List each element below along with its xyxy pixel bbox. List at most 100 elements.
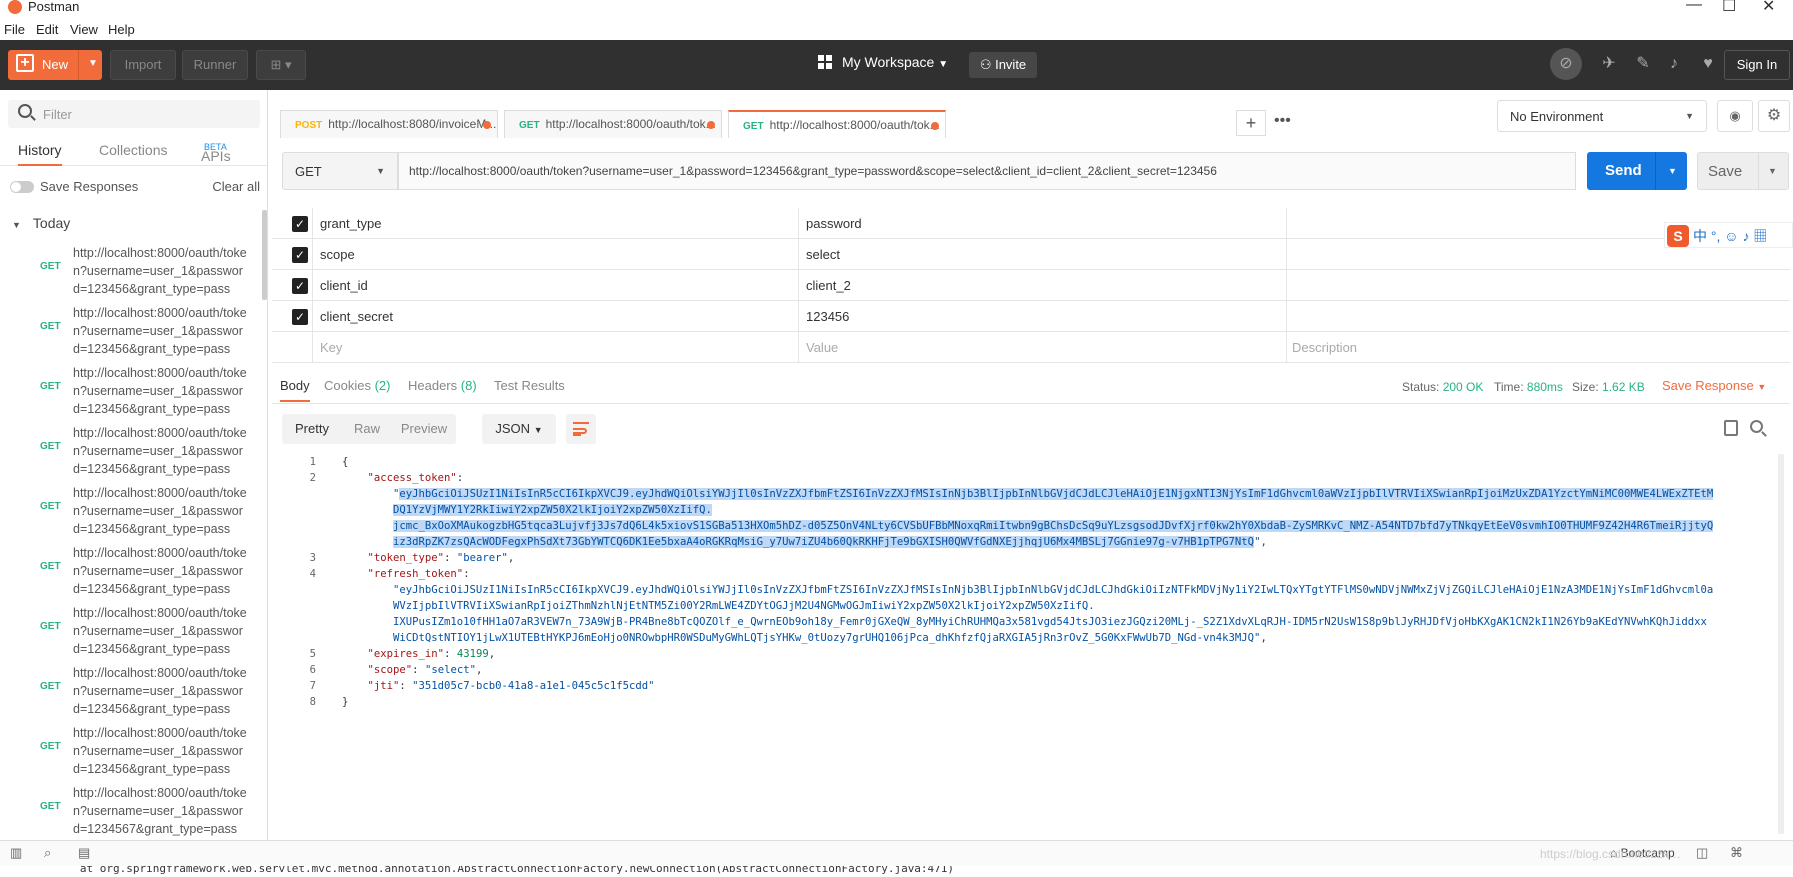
history-item[interactable]: GET http://localhost:8000/oauth/token?use…: [0, 364, 258, 424]
new-tab-button[interactable]: +: [1236, 110, 1266, 136]
chevron-down-icon: ▼: [376, 166, 385, 176]
param-key[interactable]: client_id: [320, 278, 368, 293]
history-item[interactable]: GET http://localhost:8000/oauth/token?use…: [0, 424, 258, 484]
sign-in-button[interactable]: Sign In: [1724, 50, 1790, 80]
chevron-down-icon: ▼: [1685, 111, 1694, 121]
history-item[interactable]: GET http://localhost:8000/oauth/token?use…: [0, 304, 258, 364]
tab-cookies[interactable]: Cookies (2): [324, 378, 390, 393]
response-body-code[interactable]: 1 {2 "access_token": "eyJhbGciOiJSUzI1NiI…: [282, 454, 1782, 834]
save-button[interactable]: Save ▼: [1697, 152, 1789, 190]
param-checkbox[interactable]: ✓: [292, 278, 308, 294]
minimize-button[interactable]: —: [1686, 0, 1702, 14]
environment-select[interactable]: No Environment ▼: [1497, 100, 1707, 132]
save-response-button[interactable]: Save Response ▼: [1662, 378, 1766, 393]
console-icon[interactable]: ▤: [78, 846, 92, 860]
keyboard-shortcuts-icon[interactable]: ⌘: [1730, 846, 1744, 860]
bell-icon[interactable]: ♪: [1663, 53, 1685, 75]
param-key[interactable]: client_secret: [320, 309, 393, 324]
tab-options-icon[interactable]: •••: [1274, 112, 1291, 130]
line-number: 8: [309, 696, 316, 708]
copy-icon[interactable]: [1724, 420, 1738, 436]
heart-icon[interactable]: ♥: [1697, 53, 1719, 75]
new-button[interactable]: + New ▼: [8, 50, 102, 80]
toggle-sidebar-icon[interactable]: ▥: [10, 846, 24, 860]
tab-body[interactable]: Body: [280, 378, 310, 402]
new-dropdown-arrow-icon[interactable]: ▼: [88, 58, 98, 69]
url-input[interactable]: http://localhost:8000/oauth/token?userna…: [398, 152, 1576, 190]
param-value[interactable]: password: [806, 216, 862, 231]
invite-button[interactable]: ⚇ Invite: [969, 52, 1037, 78]
menu-edit[interactable]: Edit: [36, 22, 58, 37]
menu-help[interactable]: Help: [108, 22, 135, 37]
workspace-selector[interactable]: My Workspace ▼: [818, 54, 948, 70]
new-window-button[interactable]: ⊞ ▾: [256, 50, 306, 80]
code-token: "token_type": [342, 552, 445, 564]
view-raw[interactable]: Raw: [342, 414, 392, 444]
satellite-icon[interactable]: ✈: [1598, 53, 1620, 75]
manage-environments-gear-icon[interactable]: ⚙: [1758, 100, 1790, 132]
menu-file[interactable]: File: [4, 22, 25, 37]
history-item-url: http://localhost:8000/oauth/token?userna…: [73, 726, 247, 776]
tab-test-results[interactable]: Test Results: [494, 378, 565, 393]
history-item[interactable]: GET http://localhost:8000/oauth/token?use…: [0, 544, 258, 604]
param-value[interactable]: select: [806, 247, 840, 262]
param-checkbox[interactable]: ✓: [292, 309, 308, 325]
history-item[interactable]: GET http://localhost:8000/oauth/token?use…: [0, 784, 258, 840]
history-item[interactable]: GET http://localhost:8000/oauth/token?use…: [0, 484, 258, 544]
save-responses-toggle[interactable]: [10, 181, 34, 193]
save-dropdown-icon[interactable]: ▼: [1768, 166, 1777, 176]
request-tab[interactable]: POST http://localhost:8080/invoiceM...: [280, 110, 498, 138]
two-pane-view-icon[interactable]: ◫: [1696, 846, 1710, 860]
maximize-button[interactable]: ☐: [1722, 0, 1736, 16]
history-item[interactable]: GET http://localhost:8000/oauth/token?use…: [0, 604, 258, 664]
tab-history[interactable]: History: [18, 142, 62, 166]
code-token: :: [463, 568, 470, 580]
menu-view[interactable]: View: [70, 22, 98, 37]
clear-all-button[interactable]: Clear all: [212, 179, 260, 194]
param-key[interactable]: scope: [320, 247, 355, 262]
param-key-placeholder[interactable]: Key: [320, 340, 342, 355]
history-item-url: http://localhost:8000/oauth/token?userna…: [73, 306, 247, 356]
param-key[interactable]: grant_type: [320, 216, 381, 231]
workspace-grid-icon: [818, 55, 832, 69]
tab-apis[interactable]: APIs BETA: [201, 142, 231, 164]
history-item[interactable]: GET http://localhost:8000/oauth/token?use…: [0, 244, 258, 304]
sync-off-icon[interactable]: ⊘: [1550, 48, 1582, 80]
history-group-today[interactable]: ▼ Today: [12, 215, 70, 231]
search-icon[interactable]: [1750, 420, 1763, 433]
wrap-lines-icon[interactable]: [566, 414, 596, 444]
method-select[interactable]: GET ▼: [282, 152, 398, 190]
code-scrollbar[interactable]: [1778, 454, 1784, 834]
request-tab[interactable]: GET http://localhost:8000/oauth/tok...: [504, 110, 722, 138]
send-dropdown-icon[interactable]: ▼: [1668, 166, 1677, 176]
tab-headers[interactable]: Headers (8): [408, 378, 477, 393]
param-value-placeholder[interactable]: Value: [806, 340, 838, 355]
ime-controls[interactable]: 中 °, ☺ ♪ ▦: [1693, 226, 1767, 246]
history-item[interactable]: GET http://localhost:8000/oauth/token?use…: [0, 664, 258, 724]
sidebar-scrollbar[interactable]: [262, 210, 267, 300]
view-preview[interactable]: Preview: [392, 414, 456, 444]
runner-button[interactable]: Runner: [182, 50, 248, 80]
code-line: "expires_in": 43199,: [342, 646, 496, 662]
param-value[interactable]: 123456: [806, 309, 849, 324]
request-tab[interactable]: GET http://localhost:8000/oauth/tok...: [728, 110, 946, 138]
code-line: "eyJhbGciOiJSUzI1NiIsInR5cCI6IkpXVCJ9.ey…: [342, 582, 1713, 598]
send-button[interactable]: Send ▼: [1587, 152, 1687, 190]
view-pretty[interactable]: Pretty: [282, 414, 342, 444]
find-icon[interactable]: ⌕: [44, 846, 58, 860]
ime-toolbar[interactable]: S 中 °, ☺ ♪ ▦: [1664, 222, 1793, 248]
param-value[interactable]: client_2: [806, 278, 851, 293]
environment-quick-look-eye-icon[interactable]: ◉: [1717, 100, 1753, 132]
format-select[interactable]: JSON ▼: [482, 414, 556, 444]
history-item[interactable]: GET http://localhost:8000/oauth/token?use…: [0, 724, 258, 784]
filter-input[interactable]: Filter: [8, 100, 260, 128]
request-tab-method: GET: [743, 121, 764, 132]
param-checkbox[interactable]: ✓: [292, 216, 308, 232]
param-description-placeholder[interactable]: Description: [1292, 340, 1357, 355]
code-token: "select": [424, 664, 476, 676]
tab-collections[interactable]: Collections: [99, 142, 167, 158]
close-window-button[interactable]: ✕: [1762, 0, 1775, 16]
import-button[interactable]: Import: [110, 50, 176, 80]
param-checkbox[interactable]: ✓: [292, 247, 308, 263]
settings-wrench-icon[interactable]: ✎: [1632, 53, 1654, 75]
